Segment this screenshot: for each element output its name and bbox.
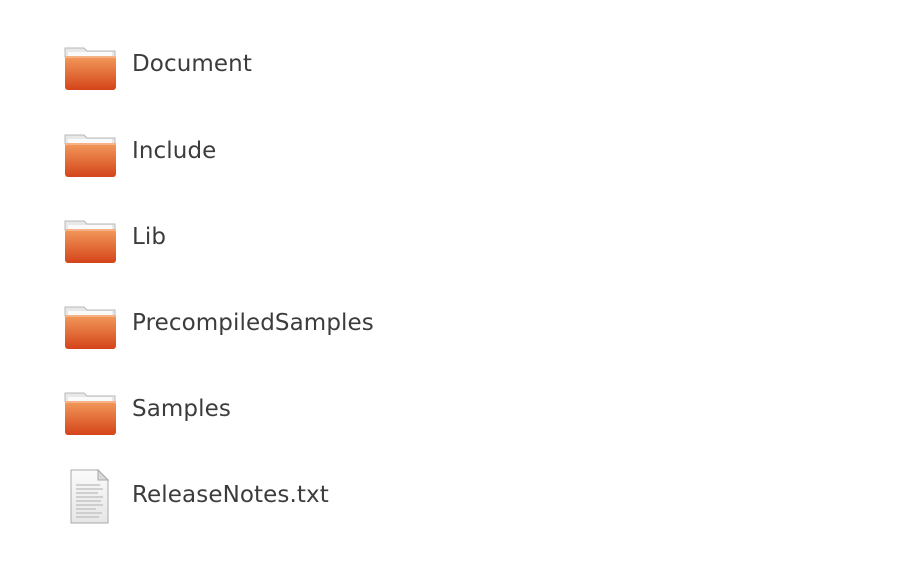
folder-icon (60, 293, 118, 353)
file-name: Lib (132, 224, 167, 250)
file-item-samples[interactable]: Samples (60, 379, 480, 439)
file-name: ReleaseNotes.txt (132, 482, 329, 508)
text-file-icon (60, 465, 118, 525)
file-item-include[interactable]: Include (60, 121, 480, 181)
folder-icon (60, 379, 118, 439)
file-item-lib[interactable]: Lib (60, 207, 480, 267)
file-name: Document (132, 51, 252, 77)
folder-icon (60, 207, 118, 267)
folder-icon (60, 121, 118, 181)
file-item-precompiledsamples[interactable]: PrecompiledSamples (60, 293, 480, 353)
file-name: PrecompiledSamples (132, 310, 374, 336)
file-list: Document Include Lib PrecompiledSamples … (0, 0, 920, 579)
file-item-document[interactable]: Document (60, 34, 480, 94)
file-item-releasenotes[interactable]: ReleaseNotes.txt (60, 465, 480, 525)
file-name: Include (132, 138, 217, 164)
file-name: Samples (132, 396, 231, 422)
folder-icon (60, 34, 118, 94)
